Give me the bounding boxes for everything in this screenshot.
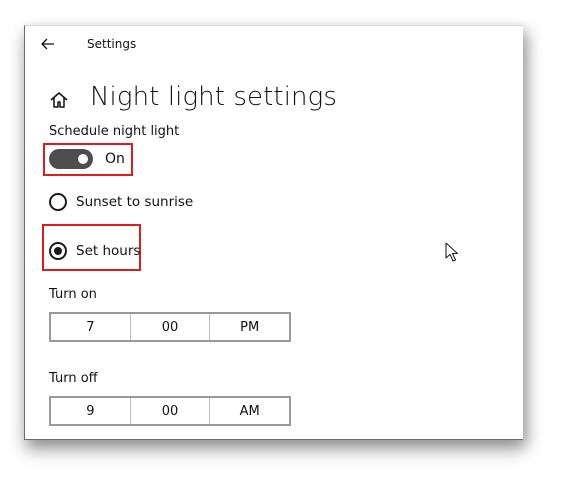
settings-window: Settings Night light settings Schedule n… — [24, 25, 523, 440]
radio-sunset-to-sunrise[interactable]: Sunset to sunrise — [49, 193, 193, 211]
schedule-label: Schedule night light — [49, 124, 180, 139]
turn-on-minute[interactable]: 00 — [131, 314, 211, 340]
home-icon[interactable] — [49, 90, 69, 110]
toggle-switch[interactable] — [49, 149, 93, 169]
app-title: Settings — [87, 37, 137, 51]
radio-label: Sunset to sunrise — [76, 194, 194, 210]
radio-label: Set hours — [76, 243, 141, 259]
turn-on-label: Turn on — [49, 287, 97, 302]
title-bar: Settings — [25, 26, 523, 62]
back-button[interactable] — [37, 34, 59, 54]
turn-on-time-picker[interactable]: 7 00 PM — [49, 312, 291, 342]
radio-circle-checked[interactable] — [49, 242, 67, 260]
screenshot-stage: Settings Night light settings Schedule n… — [0, 0, 564, 485]
page-title: Night light settings — [90, 82, 337, 112]
turn-off-minute[interactable]: 00 — [131, 398, 211, 424]
turn-on-hour[interactable]: 7 — [51, 314, 131, 340]
back-arrow-icon — [41, 38, 54, 50]
mouse-cursor-icon — [445, 242, 459, 262]
turn-off-period[interactable]: AM — [210, 398, 289, 424]
turn-off-time-picker[interactable]: 9 00 AM — [49, 396, 291, 426]
turn-off-hour[interactable]: 9 — [51, 398, 131, 424]
radio-set-hours[interactable]: Set hours — [49, 242, 140, 260]
turn-off-label: Turn off — [49, 371, 98, 386]
radio-circle[interactable] — [49, 193, 67, 211]
toggle-state-label: On — [105, 151, 125, 167]
toggle-knob — [78, 154, 88, 164]
schedule-toggle[interactable]: On — [49, 149, 125, 169]
turn-on-period[interactable]: PM — [210, 314, 289, 340]
